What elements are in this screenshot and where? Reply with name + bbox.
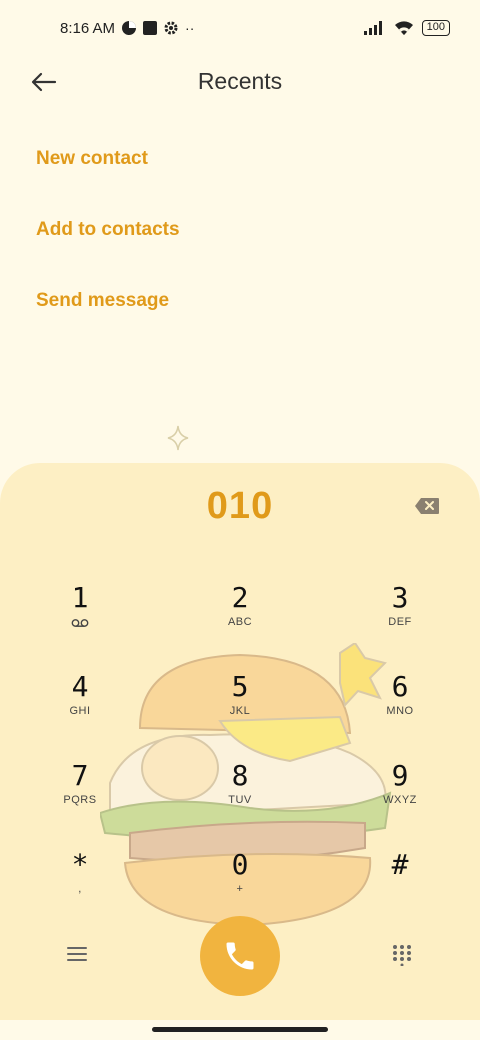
data-saver-icon — [122, 21, 137, 35]
key-letters: + — [236, 883, 244, 895]
key-7[interactable]: 7 PQRS — [25, 759, 135, 829]
key-9[interactable]: 9 WXYZ — [345, 759, 455, 829]
key-digit: 2 — [231, 581, 249, 614]
key-letters: GHI — [69, 705, 91, 717]
key-6[interactable]: 6 MNO — [345, 670, 455, 740]
call-button[interactable] — [200, 916, 280, 996]
notification-icon — [143, 21, 158, 35]
key-star[interactable]: * , — [25, 848, 135, 918]
settings-gear-icon — [164, 21, 178, 35]
status-bar: 8:16 AM ·· 100 — [0, 0, 480, 56]
home-indicator[interactable] — [152, 1027, 328, 1032]
key-digit: 6 — [391, 670, 409, 703]
key-letters: TUV — [228, 794, 252, 806]
key-letters: PQRS — [63, 794, 97, 806]
key-5[interactable]: 5 JKL — [185, 670, 295, 740]
key-letters: MNO — [386, 705, 414, 717]
send-message-button[interactable]: Send message — [36, 290, 169, 312]
system-navigation-bar — [0, 1020, 480, 1040]
key-letters: , — [78, 883, 82, 895]
key-digit: * — [71, 848, 89, 881]
key-digit: 9 — [391, 759, 409, 792]
key-3[interactable]: 3 DEF — [345, 581, 455, 651]
key-letters: ABC — [227, 616, 253, 628]
key-8[interactable]: 8 TUV — [185, 759, 295, 829]
signal-icon — [363, 21, 382, 35]
wifi-icon — [394, 21, 413, 35]
sparkle-icon — [167, 425, 189, 451]
dialed-number-display: 010 — [206, 485, 274, 527]
key-0[interactable]: 0 + — [185, 848, 295, 918]
new-contact-button[interactable]: New contact — [36, 148, 148, 170]
key-letters: WXYZ — [383, 794, 417, 806]
battery-indicator: 100 — [421, 20, 450, 36]
key-digit: 5 — [231, 670, 249, 703]
key-letters: JKL — [229, 705, 251, 717]
status-time: 8:16 AM — [60, 19, 116, 37]
key-1[interactable]: 1 — [25, 581, 135, 651]
keypad-icon — [393, 945, 411, 967]
more-notifications-icon: ·· — [185, 20, 195, 36]
key-digit: 1 — [71, 581, 89, 614]
keypad-toggle-button[interactable] — [392, 944, 412, 971]
key-2[interactable]: 2 ABC — [185, 581, 295, 651]
back-button[interactable] — [28, 66, 60, 98]
key-digit: 4 — [71, 670, 89, 703]
backspace-icon — [415, 498, 439, 514]
phone-icon — [226, 942, 254, 970]
header: Recents — [0, 56, 480, 106]
key-hash[interactable]: # — [345, 848, 455, 918]
key-4[interactable]: 4 GHI — [25, 670, 135, 740]
key-digit: 0 — [231, 848, 249, 881]
page-title: Recents — [197, 67, 283, 94]
voicemail-icon — [71, 619, 89, 627]
add-to-contacts-button[interactable]: Add to contacts — [36, 219, 180, 241]
dialer-panel: 010 1 2 ABC 3 DEF 4 GHI 5 JKL 6 MNO 7 PQ… — [0, 463, 480, 1020]
key-digit: # — [391, 848, 409, 881]
menu-icon — [67, 947, 87, 961]
key-digit: 7 — [71, 759, 89, 792]
menu-button[interactable] — [66, 946, 88, 967]
key-letters: DEF — [388, 616, 412, 628]
backspace-button[interactable] — [414, 497, 440, 520]
key-digit: 8 — [231, 759, 249, 792]
arrow-left-icon — [31, 72, 57, 92]
key-digit: 3 — [391, 581, 409, 614]
dialer-bottom-bar — [0, 916, 480, 996]
